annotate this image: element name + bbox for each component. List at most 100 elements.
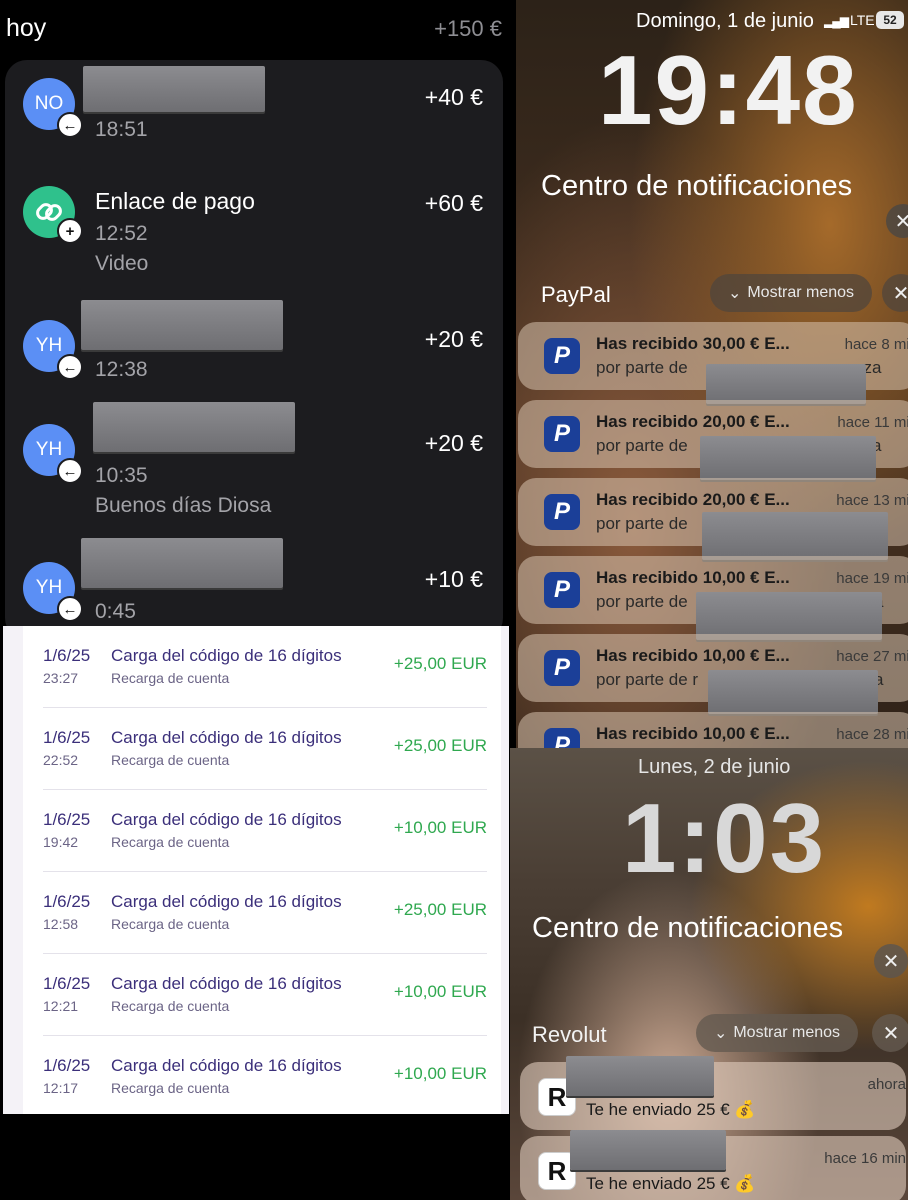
recharge-time: 12:17: [43, 1080, 79, 1096]
show-less-label: Mostrar menos: [747, 284, 855, 301]
recharge-amount: +10,00 EUR: [393, 818, 487, 837]
recharge-subtitle: Recarga de cuenta: [111, 1080, 230, 1096]
transaction-row[interactable]: + Enlace de pago 12:52 Video +60 €: [5, 172, 503, 292]
recharge-amount: +25,00 EUR: [393, 900, 487, 919]
notification-center-title: Centro de notificaciones: [541, 170, 853, 202]
recharge-subtitle: Recarga de cuenta: [111, 670, 230, 686]
notification[interactable]: R Te he enviado 25 € 💰 hace 16 min: [520, 1130, 906, 1200]
redacted-name: [570, 1130, 726, 1170]
notification-time: hace 27 min: [836, 648, 908, 665]
recharge-row[interactable]: 1/6/25 12:21 Carga del código de 16 dígi…: [23, 954, 501, 1036]
recharge-date: 1/6/25: [43, 646, 91, 665]
paypal-icon: P: [544, 572, 580, 608]
recharge-title: Carga del código de 16 dígitos: [111, 974, 342, 993]
incoming-arrow-icon: ←: [57, 596, 83, 622]
recharge-date: 1/6/25: [43, 892, 91, 911]
redacted-name: [708, 670, 878, 714]
notification[interactable]: P Has recibido 30,00 € E... por parte de…: [518, 322, 908, 404]
redacted-name: [83, 66, 265, 112]
transaction-time: 0:45: [95, 600, 136, 623]
transaction-time: 12:52: [95, 222, 148, 245]
notification-message: Te he enviado 25 € 💰: [586, 1100, 756, 1119]
recharge-time: 23:27: [43, 670, 79, 686]
close-icon[interactable]: ✕: [874, 944, 908, 978]
notification[interactable]: P Has recibido 20,00 € E... por parte de…: [518, 478, 908, 560]
transaction-row[interactable]: YH ← 10:35 Buenos días Diosa +20 €: [5, 400, 503, 524]
paypal-icon: P: [544, 728, 580, 748]
day-total: +150 €: [434, 16, 502, 41]
incoming-arrow-icon: ←: [57, 458, 83, 484]
status-date: Domingo, 1 de junio: [636, 10, 814, 32]
close-icon[interactable]: ✕: [882, 274, 908, 312]
notification-title: Has recibido 30,00 € E...: [596, 334, 790, 353]
recharge-subtitle: Recarga de cuenta: [111, 998, 230, 1014]
recharge-amount: +10,00 EUR: [393, 982, 487, 1001]
show-less-button[interactable]: ⌄ Mostrar menos: [710, 274, 872, 312]
redacted-name: [700, 436, 876, 480]
recharge-row[interactable]: 1/6/25 19:42 Carga del código de 16 dígi…: [23, 790, 501, 872]
transaction-amount: +20 €: [424, 326, 483, 352]
notification[interactable]: R Te he enviado 25 € 💰 ahora: [520, 1056, 906, 1130]
paypal-icon: P: [544, 338, 580, 374]
incoming-arrow-icon: ←: [57, 354, 83, 380]
recharge-title: Carga del código de 16 dígitos: [111, 810, 342, 829]
recharge-row[interactable]: 1/6/25 22:52 Carga del código de 16 dígi…: [23, 708, 501, 790]
show-less-button[interactable]: ⌄ Mostrar menos: [696, 1014, 858, 1052]
paypal-icon: P: [544, 650, 580, 686]
network-label: LTE: [850, 12, 875, 28]
recharge-row[interactable]: 1/6/25 12:58 Carga del código de 16 dígi…: [23, 872, 501, 954]
transaction-row[interactable]: NO ← 18:51 +40 €: [5, 60, 503, 170]
notification-subtitle: por parte de r: [596, 670, 699, 689]
redacted-name: [93, 402, 295, 452]
chevron-down-icon: ⌄: [727, 285, 742, 302]
transaction-time: 18:51: [95, 118, 148, 141]
notification-time: hace 19 min: [836, 570, 908, 587]
lock-screen-revolut: Lunes, 2 de junio 1:03 Centro de notific…: [510, 748, 908, 1200]
transaction-note: Video: [95, 252, 149, 275]
recharge-row[interactable]: 1/6/25 12:17 Carga del código de 16 dígi…: [23, 1036, 501, 1118]
notification-title: Has recibido 10,00 € E...: [596, 646, 790, 665]
close-icon[interactable]: ✕: [886, 204, 908, 238]
lock-clock: 1:03: [622, 783, 827, 893]
transaction-time: 12:38: [95, 358, 148, 381]
redacted-name: [706, 364, 866, 404]
redacted-name: [81, 300, 283, 350]
notification-center-title: Centro de notificaciones: [532, 912, 844, 944]
notification-time: hace 16 min: [824, 1150, 906, 1167]
recharge-subtitle: Recarga de cuenta: [111, 916, 230, 932]
redacted-name: [696, 592, 882, 640]
transaction-row[interactable]: YH ← 12:38 +20 €: [5, 296, 503, 396]
notification[interactable]: P Has recibido 10,00 € E... hace 28 min: [518, 712, 908, 748]
day-label: hoy: [6, 14, 47, 42]
recharge-date: 1/6/25: [43, 728, 91, 747]
chevron-down-icon: ⌄: [713, 1025, 728, 1042]
notification[interactable]: P Has recibido 10,00 € E... por parte de…: [518, 634, 908, 714]
notification-title: Has recibido 20,00 € E...: [596, 490, 790, 509]
notification-time: hace 13 min: [836, 492, 908, 509]
notification-time: hace 28 min: [836, 726, 908, 743]
redacted-name: [566, 1056, 714, 1096]
notification-subtitle: por parte de: [596, 592, 688, 611]
signal-icon: ▂▄▆: [824, 14, 849, 28]
battery-icon: 52: [876, 11, 904, 29]
transaction-row[interactable]: YH ← 0:45 +10 €: [5, 534, 503, 634]
notification-title: Has recibido 20,00 € E...: [596, 412, 790, 431]
transaction-title: Enlace de pago: [95, 188, 255, 214]
notification[interactable]: P Has recibido 10,00 € E... por parte de…: [518, 556, 908, 640]
recharge-title: Carga del código de 16 dígitos: [111, 646, 342, 665]
lock-clock: 19:48: [598, 35, 859, 145]
transaction-amount: +60 €: [424, 190, 483, 216]
notification-time: hace 8 min: [844, 336, 908, 353]
notification-title: Has recibido 10,00 € E...: [596, 568, 790, 587]
recharge-subtitle: Recarga de cuenta: [111, 752, 230, 768]
redacted-name: [81, 538, 283, 588]
recharge-date: 1/6/25: [43, 974, 91, 993]
notification[interactable]: P Has recibido 20,00 € E... por parte de…: [518, 400, 908, 480]
notification-title: Has recibido 10,00 € E...: [596, 724, 790, 743]
notification-time: hace 11 min: [837, 414, 908, 431]
recharge-row[interactable]: 1/6/25 23:27 Carga del código de 16 dígi…: [23, 626, 501, 708]
close-icon[interactable]: ✕: [872, 1014, 908, 1052]
notification-time: ahora: [867, 1076, 906, 1093]
paypal-icon: P: [544, 416, 580, 452]
recharge-date: 1/6/25: [43, 1056, 91, 1075]
